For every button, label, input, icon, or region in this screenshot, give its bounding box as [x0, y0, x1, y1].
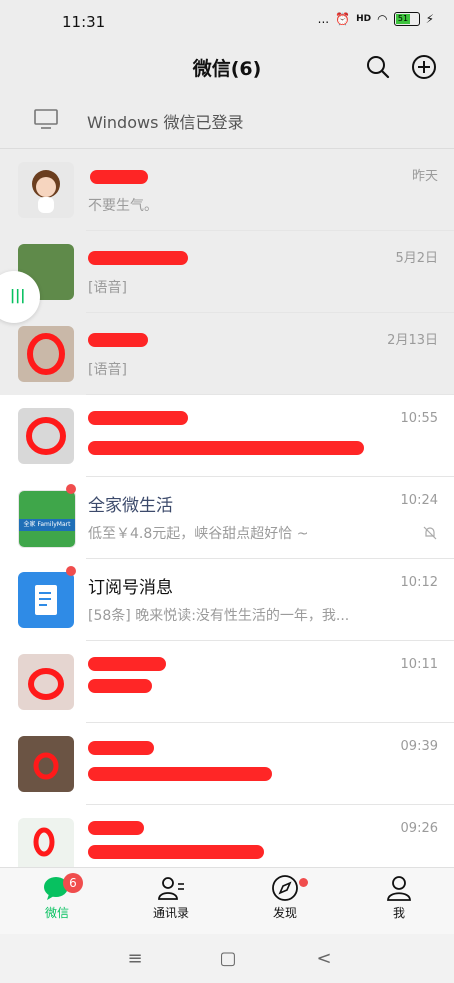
chat-name: 订阅号消息	[88, 578, 173, 598]
tab-me[interactable]: 我	[359, 874, 439, 932]
chat-time: 昨天	[411, 169, 438, 184]
chat-item[interactable]: 全家 FamilyMart 全家微生活 10:24 低至￥4.8元起，峡谷甜点超…	[0, 477, 454, 559]
chat-list: 昨天 不要生气。 5月2日 [语音] 2月13日 [语音] 10:55 全家 F…	[0, 149, 454, 867]
title-bar: 微信(6)	[0, 44, 454, 92]
redaction-mark	[88, 679, 152, 693]
redaction-mark	[88, 741, 154, 755]
chat-item[interactable]: 订阅号消息 10:12 [58条] 晚来悦读:没有性生活的一年，我...	[0, 559, 454, 641]
search-icon[interactable]	[364, 53, 392, 81]
avatar	[18, 572, 74, 628]
unread-badge: 6	[63, 873, 83, 893]
avatar-logo-text: 全家 FamilyMart	[19, 519, 75, 531]
redaction-mark	[88, 767, 272, 781]
device-login-notice[interactable]: Windows 微信已登录	[0, 92, 454, 149]
chat-time: 10:24	[400, 493, 438, 508]
redaction-mark	[88, 441, 364, 455]
status-bar: 11:31 ... ⏰ HD ◠ 51 ⚡	[0, 0, 454, 44]
tab-label: 通讯录	[152, 906, 189, 920]
chat-time: 10:11	[400, 657, 438, 672]
redaction-mark	[88, 251, 188, 265]
chat-item[interactable]: 10:11	[0, 641, 454, 723]
unread-dot	[66, 484, 76, 494]
voice-wave-icon: |||	[10, 288, 26, 304]
redaction-mark	[88, 333, 148, 347]
system-nav-bar: ≡ ▢ <	[0, 934, 454, 983]
hd-signal-icon: HD	[356, 14, 372, 24]
redaction-mark	[88, 657, 166, 671]
battery-icon: 51	[393, 12, 420, 26]
tab-contacts[interactable]: 通讯录	[131, 874, 211, 932]
tab-chats[interactable]: 6 微信	[17, 873, 97, 932]
chat-time: 2月13日	[387, 333, 438, 348]
unread-dot	[66, 566, 76, 576]
chat-item[interactable]: 09:39	[0, 723, 454, 805]
profile-icon	[387, 876, 411, 901]
chat-preview: 低至￥4.8元起，峡谷甜点超好恰 ~	[88, 526, 309, 542]
chat-time: 09:26	[400, 821, 438, 836]
back-icon[interactable]: <	[312, 948, 336, 970]
mute-bell-icon	[423, 526, 437, 540]
contacts-icon	[158, 877, 184, 900]
redaction-mark	[88, 845, 264, 859]
status-time: 11:31	[62, 13, 106, 31]
menu-icon[interactable]: ≡	[123, 948, 147, 970]
chat-time: 10:12	[400, 575, 438, 590]
redaction-mark	[88, 821, 144, 835]
chat-preview: 不要生气。	[88, 198, 158, 214]
more-dots-icon: ...	[317, 12, 330, 26]
avatar	[18, 326, 74, 382]
redaction-mark	[88, 411, 188, 425]
chat-item[interactable]: 10:55	[0, 395, 454, 477]
chat-item[interactable]: 2月13日 [语音]	[0, 313, 454, 395]
monitor-icon	[34, 109, 58, 129]
home-icon[interactable]: ▢	[216, 948, 240, 970]
bottom-tab-bar: 6 微信 通讯录 发现 我	[0, 867, 454, 934]
chat-time: 10:55	[400, 411, 438, 426]
avatar	[18, 162, 74, 218]
chat-preview: [语音]	[88, 280, 127, 296]
alarm-icon: ⏰	[335, 12, 351, 26]
charging-icon: ⚡	[425, 12, 434, 26]
compass-icon	[272, 875, 298, 901]
tab-label: 我	[392, 906, 405, 920]
chat-name: 全家微生活	[88, 496, 173, 516]
redaction-mark	[90, 170, 148, 184]
new-dot	[299, 878, 308, 887]
chat-item[interactable]: 昨天 不要生气。	[0, 149, 454, 231]
chat-item[interactable]: 5月2日 [语音]	[0, 231, 454, 313]
tab-discover[interactable]: 发现	[245, 874, 325, 932]
add-icon[interactable]	[410, 53, 438, 81]
wifi-icon: ◠	[377, 12, 388, 26]
familymart-avatar: 全家 FamilyMart	[18, 490, 76, 548]
avatar	[18, 654, 74, 710]
avatar	[18, 408, 74, 464]
device-login-text: Windows 微信已登录	[87, 113, 244, 132]
tab-label: 微信	[44, 906, 69, 920]
chat-preview: [语音]	[88, 362, 127, 378]
tab-label: 发现	[272, 906, 297, 920]
chat-item[interactable]: 09:26	[0, 805, 454, 867]
chat-preview: [58条] 晚来悦读:没有性生活的一年，我...	[88, 608, 350, 624]
chat-time: 09:39	[400, 739, 438, 754]
status-icons: ... ⏰ HD ◠ 51 ⚡	[318, 12, 434, 26]
chat-time: 5月2日	[395, 251, 438, 266]
avatar	[18, 818, 74, 867]
avatar	[18, 736, 74, 792]
